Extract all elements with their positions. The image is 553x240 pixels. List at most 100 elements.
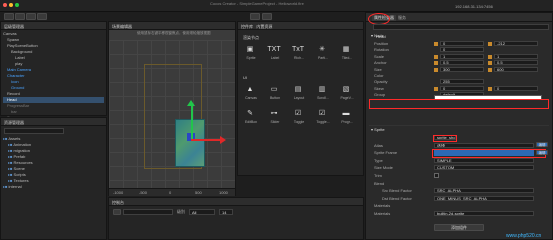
edit-atlas-button[interactable]: 编辑 [536,142,548,147]
widget-icon: ☑ [318,110,326,117]
console-search-input[interactable] [123,209,173,215]
widget-pagev-item[interactable]: ▧ PageV... [339,84,359,100]
assets-tree: ▸■ Assets ▸■ Animation ▸■ migration ▸■ Pref… [3,136,33,190]
add-component-button[interactable]: 添加组件 [434,224,484,231]
asset-folder-label: Scripts [13,172,26,177]
widget-canvas-item[interactable]: ▲ Canvas [243,84,263,100]
widget-toggle-item[interactable]: ☑ Toggle [291,108,311,124]
scale-tool-button[interactable] [26,13,36,20]
gizmo-y-axis[interactable] [191,104,193,140]
tab-services[interactable]: 服务 [398,15,406,21]
prop-x-field[interactable]: 0 [440,85,484,91]
asset-folder-label: Textures [13,178,29,183]
console-tab[interactable]: 控制台 [109,198,363,206]
minimize-window-icon[interactable] [9,3,13,7]
prop-label: Anchor [374,60,387,66]
prop-x-field[interactable]: 300 [440,66,484,72]
widget-label-item[interactable]: TXT Label [267,44,287,60]
maximize-window-icon[interactable] [15,3,19,7]
widget-progr-item[interactable]: ▬ Progr... [339,108,359,124]
prop-label: Rotation [374,47,389,53]
axis-chip [434,42,438,46]
assets-search-input[interactable] [4,128,64,134]
sprite-prop-value[interactable]: 选择 [434,142,534,148]
axis-chip [488,42,492,46]
widget-scroll-item[interactable]: ▥ Scroll... [315,84,335,100]
sprite-prop-value[interactable]: SRC_ALPHA [434,188,534,194]
prop-label: Position [374,41,389,46]
widget-label: PageV... [340,96,354,100]
sprite-prop-row: sprite_show.j [366,134,552,142]
sprite-prop-label: Materials [374,203,391,209]
widget-icon: TXT [267,46,281,53]
widget-label: Rich... [294,56,304,60]
hierarchy-tab[interactable]: 层级管理器 [1,22,106,30]
prop-y-field[interactable]: 0.5 [494,60,538,66]
sprite-prop-value[interactable]: builtin-2d-sprite [434,210,534,216]
axis-chip [434,61,438,66]
widget-sprite-item[interactable]: ▣ Sprite [243,44,263,60]
widget-label: Progr... [341,120,353,124]
close-window-icon[interactable] [3,3,7,7]
level-select[interactable]: All [189,209,215,215]
ui-row-2: ✎ EditBox ⊶ Slider ☑ Toggle ☑ Toggle... ▬ Progr..… [243,108,359,124]
scene-tab[interactable]: 场景编辑器 [109,22,235,30]
head-sprite-image[interactable] [175,119,205,167]
asset-folder[interactable]: ▸■ internal [3,184,33,190]
assets-tab[interactable]: 资源管理器 [1,118,106,126]
prop-y-field[interactable]: -212 [494,41,538,46]
prop-x-field[interactable]: 1 [440,53,484,59]
widget-rich-item[interactable]: TxT Rich... [291,44,311,60]
sprite-prop-value[interactable]: ONE_MINUS_SRC_ALPHA [434,195,534,201]
sprite-prop-row: Materials builtin-2d-sprite [366,210,552,218]
widget-slider-item[interactable]: ⊶ Slider [267,108,287,124]
tab-builtin-assets[interactable]: 内置资源 [256,24,272,29]
axis-chip [434,86,438,91]
widget-icon: ▭ [270,86,278,93]
sprite-prop-row: Src Blend Factor SRC_ALPHA [366,187,552,195]
widget-label: Button [269,96,281,100]
sprite-frame-selection[interactable] [434,150,534,156]
prop-x-field[interactable]: 0.5 [440,60,484,66]
widget-icon: ✳ [319,46,325,53]
widget-icon: TxT [291,46,305,53]
refresh-button[interactable] [262,13,272,20]
widget-button-item[interactable]: ▭ Button [267,84,287,100]
widget-editbox-item[interactable]: ✎ EditBox [243,108,263,124]
prop-x-field[interactable]: 0 [440,47,484,53]
prop-x-field[interactable]: 255 [440,79,484,85]
prop-x-field[interactable]: 0 [440,41,484,46]
edit-sprite-button[interactable]: 编辑 [536,150,548,155]
sprite-prop-row: Dst Blend Factor ONE_MINUS_SRC_ALPHA [366,195,552,203]
gizmo-y-arrow-icon[interactable] [187,100,195,106]
widget-layout-item[interactable]: ▤ Layout [291,84,311,100]
prop-y-field[interactable]: 600 [494,66,538,72]
gizmo-x-axis[interactable] [191,139,221,141]
play-button[interactable] [250,13,260,20]
font-size-select[interactable]: 14 [219,209,233,215]
rect-tool-button[interactable] [37,13,47,20]
widget-toggle-item[interactable]: ☑ Toggle... [315,108,335,124]
sprite-prop-value[interactable]: SIMPLE [434,157,534,163]
tab-widgets[interactable]: 控件库 [241,24,253,29]
widget-label: Toggle... [316,120,330,124]
preview-ip[interactable]: 192.168.31.134:7456 [455,4,493,9]
node-name-field[interactable]: Head [373,24,549,39]
prop-y-field[interactable]: 0 [494,85,538,91]
move-tool-button[interactable] [4,13,14,20]
sprite-prop-row: Trim [366,172,552,180]
prop-y-field[interactable]: 1 [494,53,538,59]
widget-tiled-item[interactable]: ▦ Tiled... [339,44,359,60]
trim-checkbox[interactable] [434,172,439,178]
clear-console-button[interactable] [113,209,121,215]
widget-icon: ▬ [342,110,350,117]
axis-chip [488,67,492,72]
sprite-prop-label: Blend [374,180,385,186]
sprite-prop-row: Materials [366,202,552,210]
widget-icon: ▧ [342,86,350,93]
rotate-tool-button[interactable] [15,13,25,20]
widget-label: Parti... [317,56,329,60]
sprite-prop-value[interactable]: CUSTOM [434,165,534,171]
widget-parti-item[interactable]: ✳ Parti... [315,44,335,60]
gizmo-x-arrow-icon[interactable] [220,136,226,144]
